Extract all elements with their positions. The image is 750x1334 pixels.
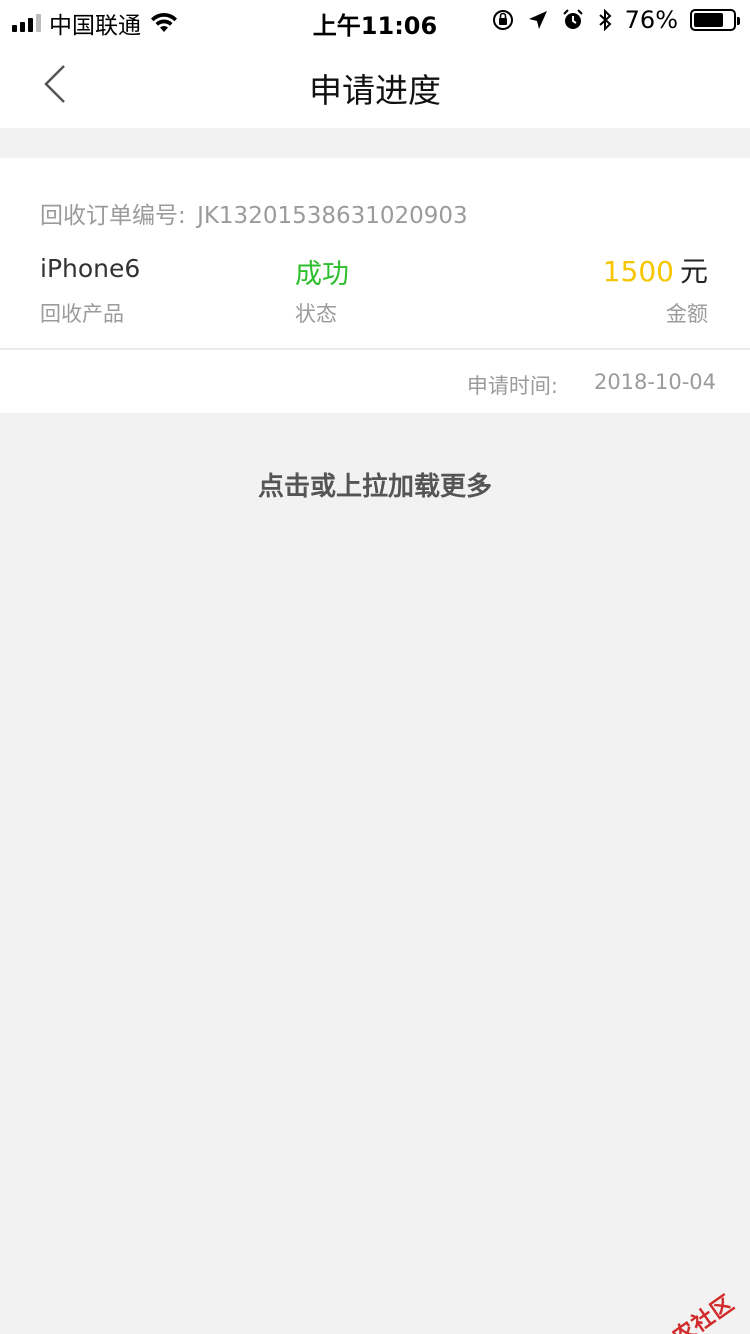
order-number-label: 回收订单编号: [40, 203, 186, 229]
watermark: 卡农社区 [622, 1286, 740, 1334]
orientation-lock-icon [492, 10, 513, 30]
page-title: 申请进度 [309, 71, 441, 110]
amount-label: 金额 [666, 302, 708, 326]
order-number-value: JK13201538631020903 [197, 203, 468, 229]
amount-number: 1500 [602, 255, 674, 288]
location-icon [528, 11, 547, 29]
apply-time-label: 申请时间: [466, 374, 558, 398]
divider [0, 348, 750, 350]
watermark-text: 卡农社区 [649, 1290, 740, 1334]
amount-value: 1500 元 [603, 250, 708, 290]
load-more-button[interactable]: 点击或上拉加载更多 [0, 466, 750, 503]
apply-time-row: 申请时间: 2018-10-04 [467, 370, 716, 400]
nav-bar: 申请进度 [0, 40, 750, 128]
status-value: 成功 [295, 259, 349, 290]
battery-icon [690, 9, 740, 31]
status-label: 状态 [295, 302, 337, 326]
product-name: iPhone6 [40, 254, 141, 283]
bluetooth-icon [598, 8, 612, 32]
alarm-icon [562, 9, 583, 29]
amount-unit: 元 [679, 255, 708, 288]
product-label: 回收产品 [40, 302, 124, 326]
order-card[interactable]: 回收订单编号: JK13201538631020903 iPhone6 回收产品… [0, 158, 750, 413]
status-right: 76% [491, 6, 740, 34]
order-number-row: 回收订单编号: JK13201538631020903 [40, 196, 468, 230]
screen: 中国联通 上午11:06 76% 申请进度 回收订单编号: JK13201538… [0, 0, 750, 1334]
status-bar: 中国联通 上午11:06 76% [0, 0, 750, 40]
apply-time-value: 2018-10-04 [593, 370, 716, 394]
battery-percent: 76% [624, 6, 678, 34]
